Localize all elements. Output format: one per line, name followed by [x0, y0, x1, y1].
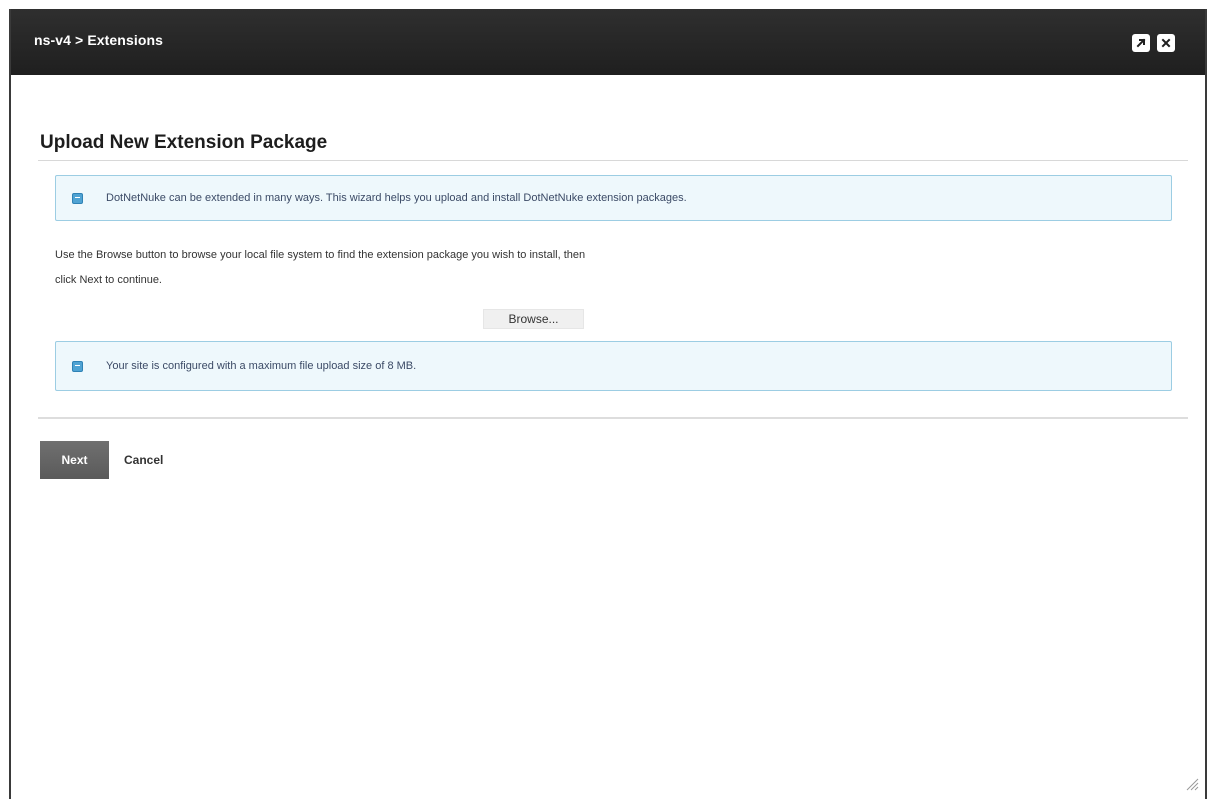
close-button[interactable]: [1157, 34, 1175, 52]
external-link-icon: [1136, 38, 1146, 48]
extensions-dialog: ns-v4 > Extensions Upload New Extension …: [9, 9, 1207, 799]
info-icon: [72, 192, 83, 204]
resize-grip-icon[interactable]: [1183, 775, 1199, 791]
dialog-titlebar[interactable]: ns-v4 > Extensions: [11, 9, 1205, 75]
page-title: Upload New Extension Package: [40, 132, 328, 153]
info-icon: [72, 360, 83, 372]
dialog-title: ns-v4 > Extensions: [34, 32, 164, 48]
next-button[interactable]: Next: [40, 441, 109, 479]
cancel-link[interactable]: Cancel: [124, 453, 163, 467]
instructions-text: Use the Browse button to browse your loc…: [55, 243, 815, 293]
intro-info-text: DotNetNuke can be extended in many ways.…: [106, 192, 687, 204]
footer-divider: [38, 417, 1188, 419]
browse-button[interactable]: Browse...: [483, 309, 584, 329]
maximize-button[interactable]: [1132, 34, 1150, 52]
intro-info-box: DotNetNuke can be extended in many ways.…: [55, 175, 1172, 221]
close-icon: [1161, 38, 1171, 48]
instructions-line-1: Use the Browse button to browse your loc…: [55, 249, 586, 261]
upload-limit-text: Your site is configured with a maximum f…: [106, 360, 417, 372]
instructions-line-2: click Next to continue.: [55, 274, 162, 286]
upload-limit-info-box: Your site is configured with a maximum f…: [55, 341, 1172, 391]
heading-divider: [38, 160, 1188, 161]
